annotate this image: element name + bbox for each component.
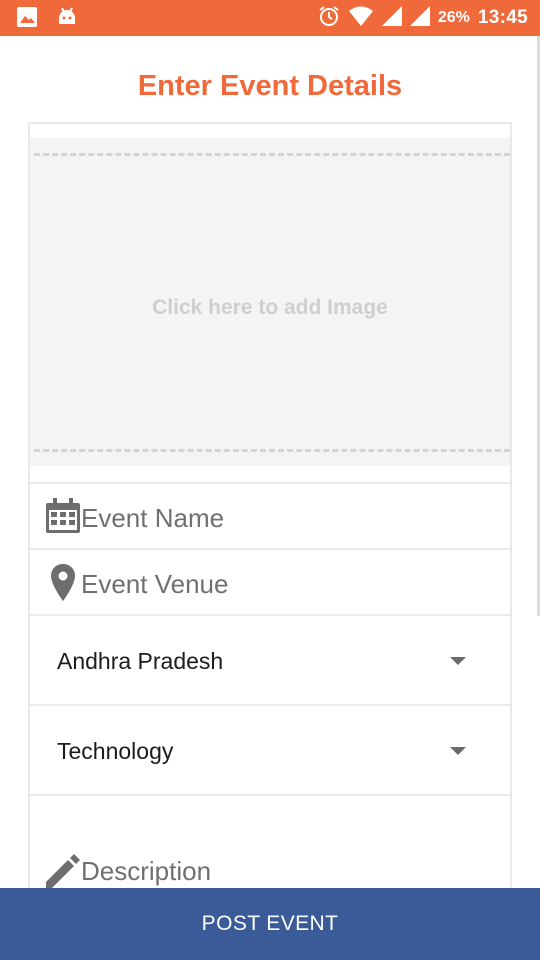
category-dropdown[interactable]: Technology bbox=[30, 706, 510, 794]
signal-icon bbox=[381, 5, 402, 31]
state-selected-value: Andhra Pradesh bbox=[57, 648, 224, 674]
page-title: Enter Event Details bbox=[137, 70, 403, 102]
description-placeholder: Description bbox=[81, 856, 212, 886]
alarm-icon bbox=[318, 5, 340, 32]
clock: 13:45 bbox=[477, 7, 528, 28]
post-event-button[interactable]: POST EVENT bbox=[0, 888, 540, 960]
category-selected-value: Technology bbox=[57, 738, 174, 764]
location-pin-icon bbox=[51, 564, 75, 607]
dashed-border-bottom bbox=[34, 449, 510, 452]
android-icon bbox=[56, 6, 78, 33]
add-image-label: Click here to add Image bbox=[152, 296, 388, 319]
status-bar: 26% 13:45 bbox=[0, 0, 540, 36]
event-venue-field[interactable]: Event Venue bbox=[30, 550, 510, 614]
status-left-icons bbox=[16, 6, 78, 33]
calendar-icon bbox=[44, 497, 82, 540]
battery-level: 26% bbox=[437, 9, 470, 26]
state-dropdown[interactable]: Andhra Pradesh bbox=[30, 616, 510, 704]
event-venue-placeholder: Event Venue bbox=[81, 569, 229, 599]
dropdown-arrow-icon bbox=[450, 657, 466, 665]
status-right-icons: 26% 13:45 bbox=[318, 0, 528, 36]
event-name-field[interactable]: Event Name bbox=[30, 484, 510, 548]
image-icon bbox=[16, 6, 38, 33]
add-image-area[interactable]: Click here to add Image bbox=[30, 138, 510, 466]
dashed-border-top bbox=[34, 153, 510, 156]
wifi-icon bbox=[348, 5, 374, 32]
signal-icon bbox=[409, 5, 430, 31]
description-field[interactable]: Description bbox=[30, 796, 510, 888]
dropdown-arrow-icon bbox=[450, 747, 466, 755]
event-name-placeholder: Event Name bbox=[81, 503, 225, 533]
